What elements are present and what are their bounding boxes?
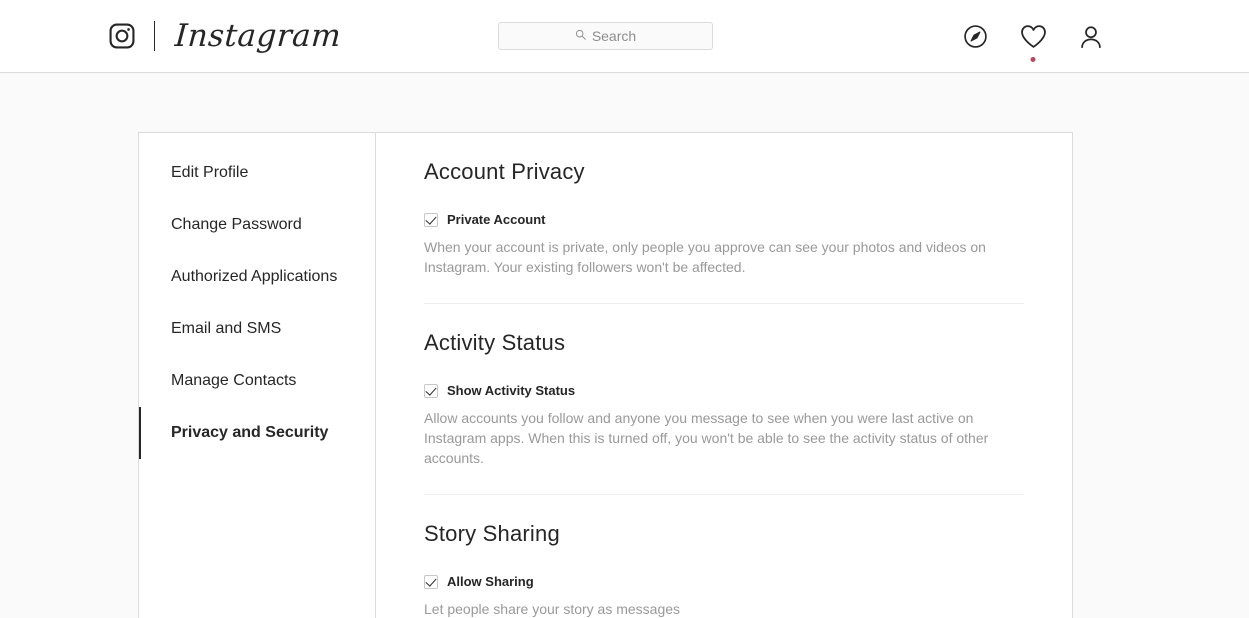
activity-status-description: Allow accounts you follow and anyone you… — [424, 410, 989, 466]
person-icon — [1078, 24, 1104, 50]
private-account-description: When your account is private, only peopl… — [424, 239, 986, 275]
search-icon — [575, 27, 586, 45]
sidebar-item-edit-profile[interactable]: Edit Profile — [139, 147, 375, 199]
private-account-label[interactable]: Private Account — [447, 212, 546, 227]
section-story-sharing: Story Sharing Allow Sharing Let people s… — [424, 521, 1024, 618]
sidebar-item-label: Email and SMS — [171, 320, 282, 337]
heart-icon — [1020, 24, 1047, 49]
settings-card: Edit Profile Change Password Authorized … — [138, 132, 1073, 618]
sidebar-item-authorized-applications[interactable]: Authorized Applications — [139, 251, 375, 303]
page-title: Account Privacy — [424, 159, 585, 184]
sidebar-item-privacy-and-security[interactable]: Privacy and Security — [139, 407, 375, 459]
activity-button[interactable] — [1020, 24, 1047, 62]
top-navigation-bar: Instagram Search — [0, 0, 1249, 73]
sidebar-item-email-and-sms[interactable]: Email and SMS — [139, 303, 375, 355]
section-account-privacy: Account Privacy Private Account When you… — [424, 159, 1024, 277]
show-activity-status-label[interactable]: Show Activity Status — [447, 383, 575, 398]
sidebar-item-manage-contacts[interactable]: Manage Contacts — [139, 355, 375, 407]
search-input[interactable]: Search — [498, 22, 713, 50]
sidebar-item-label: Authorized Applications — [171, 268, 338, 285]
allow-sharing-label[interactable]: Allow Sharing — [447, 574, 534, 589]
compass-icon — [963, 24, 988, 49]
private-account-checkbox[interactable] — [424, 212, 438, 227]
header-actions — [962, 0, 1104, 73]
notification-dot — [1030, 56, 1036, 62]
settings-sidebar: Edit Profile Change Password Authorized … — [139, 133, 376, 618]
brand-logo[interactable]: Instagram — [108, 17, 343, 54]
section-divider — [424, 303, 1024, 304]
sidebar-item-label: Edit Profile — [171, 164, 249, 181]
section-activity-status: Activity Status Show Activity Status All… — [424, 330, 1024, 468]
allow-sharing-checkbox[interactable] — [424, 574, 438, 589]
private-account-row[interactable]: Private Account — [424, 212, 1024, 227]
section-divider — [424, 494, 1024, 495]
show-activity-status-checkbox[interactable] — [424, 383, 438, 398]
allow-sharing-row[interactable]: Allow Sharing — [424, 574, 1024, 589]
profile-button[interactable] — [1078, 24, 1104, 50]
explore-button[interactable] — [962, 24, 988, 50]
instagram-wordmark: Instagram — [173, 17, 343, 54]
section-heading: Story Sharing — [424, 521, 560, 546]
section-heading: Activity Status — [424, 330, 566, 355]
sidebar-item-label: Change Password — [171, 216, 302, 233]
sidebar-item-label: Manage Contacts — [171, 372, 297, 389]
settings-content: Account Privacy Private Account When you… — [376, 133, 1072, 618]
brand-divider — [154, 21, 155, 51]
search-placeholder: Search — [591, 28, 637, 44]
instagram-camera-icon — [108, 22, 136, 50]
sidebar-item-label: Privacy and Security — [171, 424, 329, 441]
show-activity-status-row[interactable]: Show Activity Status — [424, 383, 1024, 398]
story-sharing-description: Let people share your story as messages — [424, 601, 681, 617]
sidebar-item-change-password[interactable]: Change Password — [139, 199, 375, 251]
